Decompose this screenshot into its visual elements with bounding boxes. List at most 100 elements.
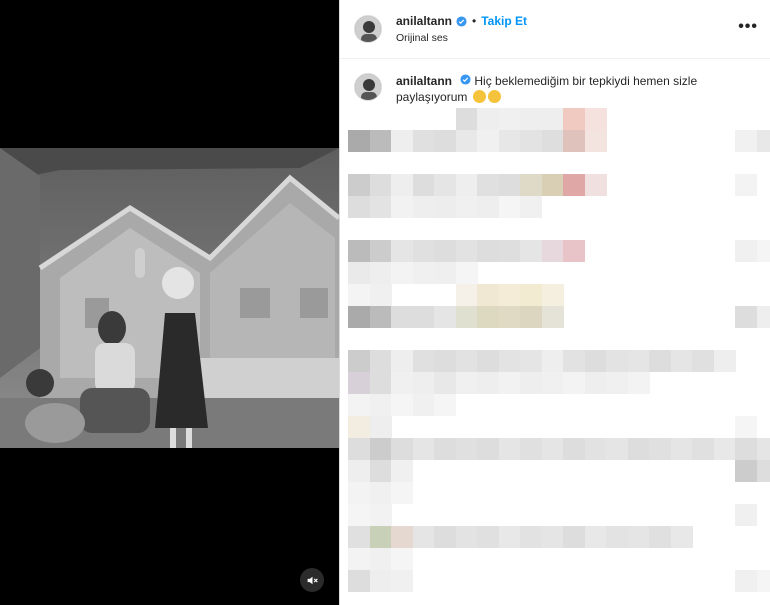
pixel-block — [520, 240, 542, 262]
pixel-block — [735, 504, 757, 526]
pixel-block — [434, 306, 456, 328]
pixel-block — [520, 284, 542, 306]
pixel-block — [627, 372, 650, 394]
pixel-block — [434, 130, 456, 152]
pixel-block — [477, 306, 499, 328]
pixel-block — [348, 482, 370, 504]
pixel-block — [391, 570, 413, 592]
pixel-block — [477, 174, 499, 196]
pixel-block — [498, 350, 521, 372]
pixel-block — [348, 174, 370, 196]
pixel-block — [498, 526, 521, 548]
verified-badge-icon — [460, 74, 471, 85]
pixel-block — [434, 196, 456, 218]
pixel-block — [369, 174, 392, 196]
pixel-block — [369, 438, 392, 460]
pixel-block — [455, 262, 478, 284]
pixel-block — [756, 240, 770, 262]
pixel-block — [348, 548, 370, 570]
caption-avatar[interactable] — [354, 73, 382, 101]
pixel-block — [455, 372, 478, 394]
pixel-block — [735, 130, 757, 152]
pixel-block — [477, 350, 499, 372]
post-header: anilaltann • Takip Et Orijinal ses ••• — [340, 0, 770, 58]
pixel-block — [455, 526, 478, 548]
video-player[interactable] — [0, 148, 339, 448]
audio-label[interactable]: Orijinal ses — [396, 32, 527, 44]
pixel-block — [455, 130, 478, 152]
pixel-block — [434, 394, 456, 416]
pixel-block — [520, 130, 542, 152]
post-sidebar: anilaltann • Takip Et Orijinal ses ••• a… — [340, 0, 770, 605]
pixel-block — [369, 306, 392, 328]
pixel-block — [584, 108, 607, 130]
pixel-block — [563, 174, 585, 196]
pixel-block — [692, 438, 714, 460]
pixel-block — [455, 284, 478, 306]
pixel-block — [606, 438, 628, 460]
pixel-block — [498, 196, 521, 218]
pixel-block — [412, 350, 435, 372]
pixel-block — [627, 526, 650, 548]
pixel-block — [477, 526, 499, 548]
pixel-block — [498, 108, 521, 130]
more-options-icon[interactable]: ••• — [738, 18, 758, 36]
header-row: anilaltann • Takip Et — [396, 14, 527, 28]
pixel-block — [434, 350, 456, 372]
pixel-block — [477, 196, 499, 218]
avatar[interactable] — [354, 15, 382, 43]
pixel-block — [670, 526, 693, 548]
pixel-block — [369, 526, 392, 548]
pixel-block — [520, 108, 542, 130]
pixel-block — [348, 130, 370, 152]
pixel-block — [348, 526, 370, 548]
header-text: anilaltann • Takip Et Orijinal ses — [396, 14, 527, 44]
pixel-block — [369, 394, 392, 416]
pixel-block — [756, 306, 770, 328]
username[interactable]: anilaltann — [396, 14, 452, 28]
pixel-block — [498, 130, 521, 152]
pixel-block — [541, 306, 564, 328]
pixel-block — [735, 174, 757, 196]
pixel-block — [412, 394, 435, 416]
mute-button[interactable] — [300, 568, 324, 592]
pixel-block — [520, 196, 542, 218]
pixel-block — [520, 372, 542, 394]
pixel-block — [391, 350, 413, 372]
pixel-block — [369, 504, 392, 526]
pixel-block — [670, 350, 693, 372]
follow-button[interactable]: Takip Et — [481, 14, 527, 28]
pixel-block — [498, 306, 521, 328]
pixel-block — [434, 372, 456, 394]
pixel-block — [348, 504, 370, 526]
pixel-block — [584, 372, 607, 394]
avatar-image — [355, 74, 381, 100]
pixel-block — [584, 350, 607, 372]
caption-username[interactable]: anilaltann — [396, 74, 452, 88]
pixel-block — [670, 438, 693, 460]
pixel-block — [412, 526, 435, 548]
pixel-block — [391, 438, 413, 460]
pixel-block — [369, 548, 392, 570]
pixel-block — [391, 130, 413, 152]
pixel-block — [369, 284, 392, 306]
pixel-block — [412, 174, 435, 196]
pixel-block — [563, 372, 585, 394]
pixel-block — [520, 526, 542, 548]
pixel-block — [412, 262, 435, 284]
pixel-block — [369, 240, 392, 262]
header-divider — [340, 58, 770, 59]
pixel-block — [541, 130, 564, 152]
pixel-block — [584, 526, 607, 548]
media-pane — [0, 0, 339, 605]
pixel-block — [348, 394, 370, 416]
pixel-block — [498, 372, 521, 394]
pixel-block — [606, 350, 628, 372]
pixel-block — [498, 174, 521, 196]
pixel-block — [455, 174, 478, 196]
pixel-block — [498, 438, 521, 460]
pixel-block — [735, 416, 757, 438]
pixel-block — [498, 284, 521, 306]
pixel-block — [348, 372, 370, 394]
pixel-block — [434, 526, 456, 548]
